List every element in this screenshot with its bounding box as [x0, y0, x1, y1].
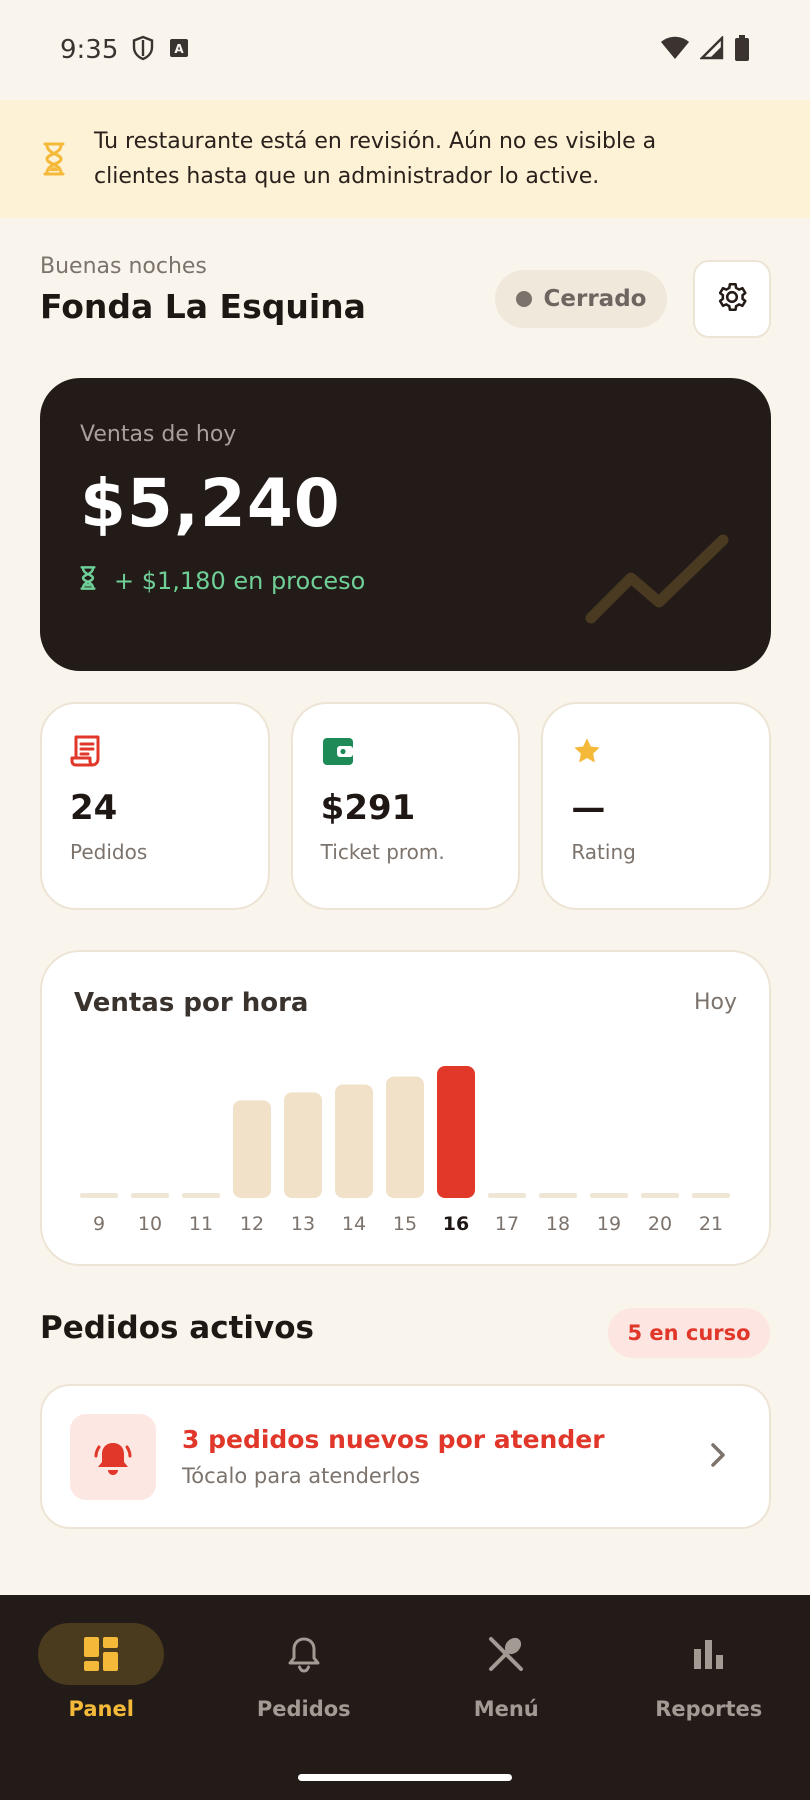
home-indicator[interactable]: [298, 1774, 512, 1781]
tick-label-12: 12: [240, 1213, 264, 1235]
bell-alert-icon: [70, 1413, 156, 1500]
alert-subtitle: Tócalo para atenderlos: [182, 1464, 421, 1488]
active-orders-badge: 5 en curso: [608, 1308, 770, 1358]
bar-16: [437, 1066, 475, 1198]
review-banner: Tu restaurante está en revisión. Aún no …: [0, 100, 810, 218]
utensils-icon: [443, 1623, 569, 1685]
star-icon: [571, 734, 741, 768]
stat-card-ticket[interactable]: $291 Ticket prom.: [290, 702, 521, 910]
stat-label: Ticket prom.: [320, 840, 445, 864]
hourglass-icon: [40, 142, 68, 176]
wifi-icon: [660, 36, 690, 64]
stat-label: Pedidos: [70, 840, 148, 864]
chevron-right-icon: [709, 1441, 727, 1473]
signal-icon: [699, 35, 724, 64]
stats-row: 24 Pedidos $291 Ticket prom. — Rating: [40, 702, 772, 910]
bar-11: [182, 1193, 220, 1198]
tick-label-15: 15: [393, 1213, 417, 1235]
bar-17: [488, 1193, 526, 1198]
stat-value: $291: [320, 788, 416, 828]
trend-up-icon: [583, 532, 733, 631]
settings-button[interactable]: [693, 260, 771, 338]
active-orders-title: Pedidos activos: [40, 1310, 314, 1346]
bar-chart-icon: [646, 1623, 772, 1685]
stat-value: —: [571, 788, 606, 828]
tick-label-16: 16: [443, 1213, 469, 1235]
bar-15: [386, 1076, 424, 1198]
chart-period[interactable]: Hoy: [694, 990, 737, 1015]
status-dot: [515, 291, 532, 307]
keyboard-icon: A: [168, 37, 190, 63]
nav-item-panel[interactable]: Panel: [0, 1623, 203, 1745]
receipt-icon: [70, 734, 240, 768]
bar-19: [590, 1193, 628, 1198]
stat-value: 24: [70, 788, 118, 828]
bottom-navigation: Panel Pedidos Menú Reportes: [0, 1595, 810, 1800]
bar-18: [539, 1193, 577, 1198]
tick-label-17: 17: [495, 1213, 519, 1235]
greeting: Buenas noches: [40, 254, 207, 279]
hourly-sales-chart-card: 9 10 11 12 13 14 15 16 17 18 19 20 21 Ventas por hor…: [40, 950, 771, 1266]
tick-label-9: 9: [93, 1213, 105, 1235]
tick-label-19: 19: [597, 1213, 621, 1235]
chart-title: Ventas por hora: [74, 988, 309, 1018]
nav-label: Reportes: [655, 1697, 763, 1721]
bell-icon: [241, 1623, 367, 1685]
tick-label-20: 20: [648, 1213, 672, 1235]
alert-title: 3 pedidos nuevos por atender: [182, 1425, 605, 1454]
tick-label-10: 10: [138, 1213, 162, 1235]
svg-text:A: A: [175, 42, 185, 56]
wallet-icon: [321, 734, 491, 768]
tick-label-11: 11: [189, 1213, 213, 1235]
shield-icon: [132, 35, 154, 65]
status-time: 9:35: [60, 35, 119, 65]
bar-10: [131, 1193, 169, 1198]
sales-pending-text: + $1,180 en proceso: [114, 567, 366, 595]
tick-label-13: 13: [291, 1213, 315, 1235]
review-banner-text: Tu restaurante está en revisión. Aún no …: [94, 129, 657, 189]
stat-card-orders[interactable]: 24 Pedidos: [40, 702, 270, 910]
battery-icon: [734, 34, 750, 66]
nav-label: Pedidos: [256, 1697, 351, 1721]
bar-9: [80, 1193, 118, 1198]
status-label: Cerrado: [543, 286, 647, 312]
nav-label: Panel: [68, 1697, 134, 1721]
nav-item-menu[interactable]: Menú: [405, 1623, 608, 1745]
bar-12: [233, 1100, 271, 1198]
dashboard-icon: [38, 1623, 165, 1685]
bar-21: [692, 1193, 730, 1198]
status-bar: 9:35 A: [0, 0, 810, 100]
bar-14: [335, 1084, 373, 1198]
sales-value: $5,240: [80, 465, 341, 542]
nav-item-reports[interactable]: Reportes: [608, 1623, 810, 1745]
nav-label: Menú: [473, 1697, 539, 1721]
nav-item-orders[interactable]: Pedidos: [203, 1623, 406, 1745]
tick-label-18: 18: [546, 1213, 570, 1235]
header: Buenas noches Fonda La Esquina Cerrado: [40, 254, 771, 344]
open-status-toggle[interactable]: Cerrado: [495, 270, 667, 328]
stat-label: Rating: [571, 840, 636, 864]
hourglass-icon: [80, 566, 96, 596]
stat-card-rating[interactable]: — Rating: [541, 702, 772, 910]
gear-icon: [715, 280, 749, 318]
sales-summary-card: Ventas de hoy $5,240 + $1,180 en proceso: [40, 378, 771, 671]
tick-label-14: 14: [342, 1213, 366, 1235]
tick-label-21: 21: [699, 1213, 723, 1235]
new-orders-alert[interactable]: 3 pedidos nuevos por atender Tócalo para…: [40, 1384, 771, 1529]
bar-20: [641, 1193, 679, 1198]
bar-13: [284, 1092, 322, 1198]
sales-label: Ventas de hoy: [80, 422, 237, 447]
